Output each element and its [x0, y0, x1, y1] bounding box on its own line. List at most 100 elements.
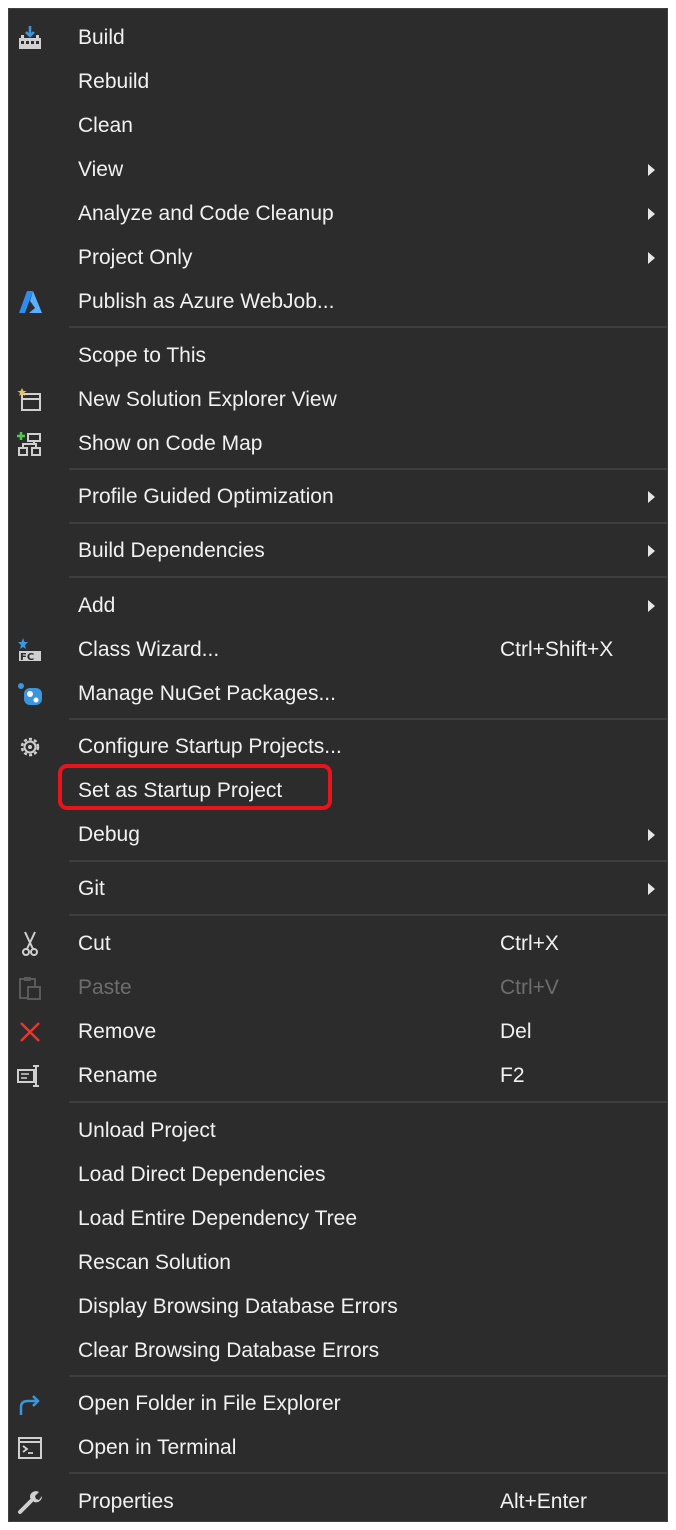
- menu-item-shortcut: Del: [500, 1020, 532, 1043]
- menu-item-git[interactable]: Git: [9, 867, 667, 911]
- menu-item-add[interactable]: Add: [9, 584, 667, 628]
- menu-item-label: Build: [78, 26, 125, 49]
- menu-separator: [69, 1375, 667, 1377]
- submenu-arrow-icon: [648, 491, 655, 503]
- menu-item-label: Manage NuGet Packages...: [78, 682, 336, 705]
- menu-item-shortcut: Alt+Enter: [500, 1490, 587, 1513]
- svg-text:FC: FC: [20, 652, 34, 663]
- menu-item-project-only[interactable]: Project Only: [9, 236, 667, 280]
- menu-item-label: Display Browsing Database Errors: [78, 1295, 398, 1318]
- menu-item-clear-errors[interactable]: Clear Browsing Database Errors: [9, 1329, 667, 1373]
- menu-item-label: Configure Startup Projects...: [78, 735, 342, 758]
- menu-item-remove[interactable]: Remove Del: [9, 1010, 667, 1054]
- menu-item-view[interactable]: View: [9, 148, 667, 192]
- menu-item-label: Open Folder in File Explorer: [78, 1392, 341, 1415]
- menu-item-rebuild[interactable]: Rebuild: [9, 60, 667, 104]
- build-icon: [19, 26, 41, 49]
- menu-item-code-map[interactable]: Show on Code Map: [9, 422, 667, 466]
- menu-item-label: Analyze and Code Cleanup: [78, 202, 334, 225]
- gear-icon: [20, 737, 40, 757]
- menu-item-rescan[interactable]: Rescan Solution: [9, 1241, 667, 1285]
- menu-item-scope[interactable]: Scope to This: [9, 334, 667, 378]
- menu-item-label: Load Direct Dependencies: [78, 1163, 326, 1186]
- scissors-icon: [22, 931, 38, 956]
- menu-item-pgo[interactable]: Profile Guided Optimization: [9, 475, 667, 519]
- menu-separator: [69, 1472, 667, 1474]
- highlight-box: [58, 764, 332, 810]
- remove-icon: [20, 1022, 40, 1042]
- submenu-arrow-icon: [648, 164, 655, 176]
- menu-item-shortcut: Ctrl+X: [500, 932, 559, 955]
- class-wizard-icon: FC: [18, 638, 41, 663]
- submenu-arrow-icon: [648, 252, 655, 264]
- menu-item-open-terminal[interactable]: Open in Terminal: [9, 1426, 667, 1470]
- new-view-icon: [17, 388, 41, 411]
- context-menu: Build Rebuild Clean View Analyze and Cod…: [8, 8, 668, 1522]
- menu-item-properties[interactable]: Properties Alt+Enter: [9, 1480, 667, 1524]
- menu-item-label: Properties: [78, 1490, 174, 1513]
- menu-item-new-view[interactable]: New Solution Explorer View: [9, 378, 667, 422]
- open-folder-icon: [19, 1395, 40, 1415]
- nuget-icon: [18, 683, 42, 705]
- menu-item-label: Clean: [78, 114, 133, 137]
- submenu-arrow-icon: [648, 883, 655, 895]
- menu-item-label: Rename: [78, 1064, 158, 1087]
- menu-item-label: Remove: [78, 1020, 157, 1043]
- menu-item-load-direct[interactable]: Load Direct Dependencies: [9, 1153, 667, 1197]
- menu-item-label: Rebuild: [78, 70, 150, 93]
- menu-item-rename[interactable]: Rename F2: [9, 1054, 667, 1098]
- menu-item-label: Build Dependencies: [78, 539, 265, 562]
- menu-item-open-folder[interactable]: Open Folder in File Explorer: [9, 1382, 667, 1426]
- menu-item-label: Load Entire Dependency Tree: [78, 1207, 358, 1230]
- menu-item-debug[interactable]: Debug: [9, 813, 667, 857]
- menu-item-shortcut: F2: [500, 1064, 525, 1087]
- azure-icon: [19, 291, 42, 313]
- menu-item-configure-startup[interactable]: Configure Startup Projects...: [9, 725, 667, 769]
- submenu-arrow-icon: [648, 208, 655, 220]
- menu-item-label: Class Wizard...: [78, 638, 220, 661]
- menu-item-unload[interactable]: Unload Project: [9, 1109, 667, 1153]
- submenu-arrow-icon: [648, 545, 655, 557]
- menu-separator: [69, 1101, 667, 1103]
- menu-item-analyze[interactable]: Analyze and Code Cleanup: [9, 192, 667, 236]
- menu-item-label: Scope to This: [78, 344, 207, 367]
- menu-separator: [69, 718, 667, 720]
- menu-item-label: Debug: [78, 823, 140, 846]
- clipboard-icon: [19, 977, 41, 1000]
- menu-item-label: Git: [78, 877, 105, 900]
- submenu-arrow-icon: [648, 600, 655, 612]
- menu-item-paste: Paste Ctrl+V: [9, 966, 667, 1010]
- menu-item-build[interactable]: Build: [9, 16, 667, 60]
- menu-item-label: Cut: [78, 932, 111, 955]
- menu-item-label: View: [78, 158, 124, 181]
- menu-separator: [69, 860, 667, 862]
- menu-separator: [69, 914, 667, 916]
- menu-item-label: Open in Terminal: [78, 1436, 237, 1459]
- submenu-arrow-icon: [648, 829, 655, 841]
- menu-separator: [69, 522, 667, 524]
- menu-item-publish[interactable]: Publish as Azure WebJob...: [9, 280, 667, 324]
- menu-item-label: Publish as Azure WebJob...: [78, 290, 335, 313]
- menu-item-nuget[interactable]: Manage NuGet Packages...: [9, 672, 667, 716]
- menu-separator: [69, 326, 667, 328]
- menu-item-build-dependencies[interactable]: Build Dependencies: [9, 529, 667, 573]
- menu-item-label: Paste: [78, 976, 132, 999]
- menu-item-load-entire[interactable]: Load Entire Dependency Tree: [9, 1197, 667, 1241]
- menu-item-cut[interactable]: Cut Ctrl+X: [9, 922, 667, 966]
- menu-separator: [69, 468, 667, 470]
- menu-item-label: New Solution Explorer View: [78, 388, 337, 411]
- menu-item-label: Show on Code Map: [78, 432, 263, 455]
- menu-item-display-errors[interactable]: Display Browsing Database Errors: [9, 1285, 667, 1329]
- rename-icon: [17, 1065, 39, 1087]
- menu-item-shortcut: Ctrl+V: [500, 976, 559, 999]
- menu-item-label: Rescan Solution: [78, 1251, 231, 1274]
- menu-item-clean[interactable]: Clean: [9, 104, 667, 148]
- menu-item-label: Unload Project: [78, 1119, 216, 1142]
- wrench-icon: [18, 1491, 43, 1514]
- menu-item-label: Add: [78, 594, 116, 617]
- menu-item-class-wizard[interactable]: FC Class Wizard... Ctrl+Shift+X: [9, 628, 667, 672]
- menu-item-shortcut: Ctrl+Shift+X: [500, 638, 614, 661]
- terminal-icon: [18, 1437, 42, 1459]
- menu-separator: [69, 576, 667, 578]
- menu-item-label: Clear Browsing Database Errors: [78, 1339, 380, 1362]
